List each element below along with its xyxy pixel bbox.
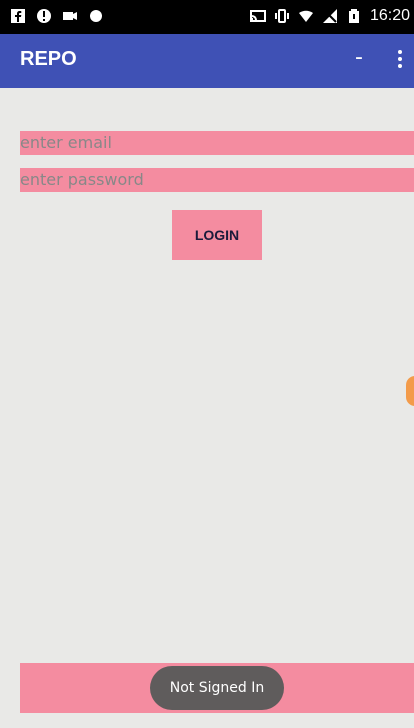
password-field[interactable] <box>20 168 414 192</box>
floating-edge-handle[interactable] <box>406 376 414 406</box>
app-title: REPO <box>20 48 77 70</box>
email-field[interactable] <box>20 131 414 155</box>
facebook-icon <box>11 9 25 23</box>
toast-message: Not Signed In <box>150 666 284 710</box>
login-button[interactable]: LOGIN <box>172 210 262 260</box>
battery-icon <box>348 9 359 23</box>
app-bar: REPO - <box>0 34 414 88</box>
dot-icon <box>90 10 102 22</box>
status-bar: 16:20 <box>0 0 414 34</box>
cast-icon <box>249 10 266 22</box>
toast-text: Not Signed In <box>169 680 265 696</box>
alert-icon <box>37 9 51 23</box>
vibrate-icon <box>274 9 289 23</box>
overflow-menu-icon[interactable] <box>390 47 410 75</box>
clock: 16:20 <box>369 7 410 24</box>
status-right-icons: 16:20 <box>249 7 410 24</box>
wifi-icon <box>298 10 313 22</box>
no-signal-icon <box>322 9 337 23</box>
camera-icon <box>63 12 77 20</box>
minus-action[interactable]: - <box>355 45 363 70</box>
status-left-icons <box>10 8 104 24</box>
